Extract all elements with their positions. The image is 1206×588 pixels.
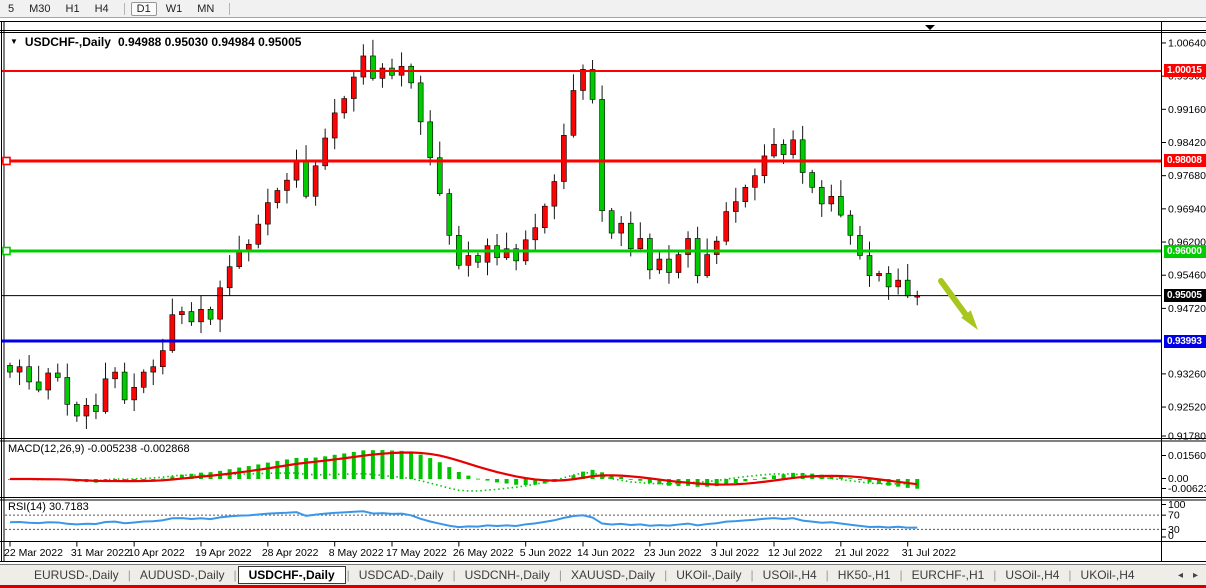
date-axis-label: 10 Apr 2022 <box>128 547 185 559</box>
tab-scroll-left-icon[interactable]: ◂ <box>1178 570 1183 581</box>
timeframe-button-5[interactable]: 5 <box>2 2 20 16</box>
svg-text:-0.00623: -0.00623 <box>1168 483 1206 495</box>
timeframe-button-mn[interactable]: MN <box>191 2 220 16</box>
date-axis-label: 12 Jul 2022 <box>768 547 822 559</box>
date-axis-label: 3 Jul 2022 <box>711 547 760 559</box>
svg-text:0.015605: 0.015605 <box>1168 450 1206 462</box>
tab-separator: | <box>128 568 131 582</box>
tab-separator: | <box>899 568 902 582</box>
rsi-line <box>10 511 917 527</box>
timeframe-button-h1[interactable]: H1 <box>60 2 86 16</box>
svg-text:0.94720: 0.94720 <box>1168 303 1206 315</box>
rsi-indicator-label: RSI(14) 30.7183 <box>8 501 89 513</box>
price-tag: 0.96000 <box>1164 245 1206 258</box>
candles-group[interactable] <box>8 40 920 429</box>
toolbar-separator <box>229 3 230 15</box>
symbol-tab-bar: EURUSD-,Daily|AUDUSD-,Daily|USDCHF-,Dail… <box>0 564 1206 585</box>
date-axis-label: 28 Apr 2022 <box>262 547 319 559</box>
hline-handle[interactable] <box>3 157 10 164</box>
date-axis-label: 23 Jun 2022 <box>644 547 702 559</box>
svg-text:0.96940: 0.96940 <box>1168 203 1206 215</box>
timeframe-button-m30[interactable]: M30 <box>23 2 56 16</box>
tab-separator: | <box>452 568 455 582</box>
date-axis-label: 14 Jun 2022 <box>577 547 635 559</box>
price-tag: 1.00015 <box>1164 64 1206 77</box>
tab-separator: | <box>347 568 350 582</box>
trend-arrow-annotation[interactable] <box>941 281 978 330</box>
date-axis-label: 31 Jul 2022 <box>902 547 956 559</box>
symbol-tab-ukoilh4[interactable]: UKOil-,H4 <box>1073 567 1143 583</box>
tab-separator: | <box>826 568 829 582</box>
tab-separator: | <box>559 568 562 582</box>
date-axis <box>10 542 908 547</box>
svg-text:0.91780: 0.91780 <box>1168 431 1206 443</box>
symbol-dropdown-icon[interactable]: ▼ <box>10 36 18 48</box>
date-axis-label: 31 Mar 2022 <box>71 547 130 559</box>
symbol-tab-hk50h1[interactable]: HK50-,H1 <box>830 567 899 583</box>
chart-canvas[interactable]: 1.006400.999000.991600.984200.976800.969… <box>0 19 1206 564</box>
chart-shift-marker-icon[interactable] <box>925 25 935 30</box>
date-axis-label: 21 Jul 2022 <box>835 547 889 559</box>
date-axis-label: 22 Mar 2022 <box>4 547 63 559</box>
symbol-tab-usoilh4[interactable]: USOil-,H4 <box>997 567 1067 583</box>
chart-symbol-label: USDCHF-,Daily <box>25 35 111 49</box>
tab-separator: | <box>993 568 996 582</box>
svg-text:0.97680: 0.97680 <box>1168 170 1206 182</box>
svg-text:70: 70 <box>1168 510 1180 522</box>
tab-scroll-arrows: ◂▸ <box>1178 570 1198 581</box>
chart-title: ▼ USDCHF-,Daily 0.94988 0.95030 0.94984 … <box>10 35 301 49</box>
date-axis-label: 5 Jun 2022 <box>520 547 572 559</box>
toolbar-separator <box>124 3 125 15</box>
macd-indicator-label: MACD(12,26,9) -0.005238 -0.002868 <box>8 443 190 455</box>
timeframe-toolbar: 5M30 H1H4 D1W1MN <box>0 0 1206 18</box>
hline-handle[interactable] <box>3 248 10 255</box>
price-tag: 0.98008 <box>1164 154 1206 167</box>
svg-text:0.93260: 0.93260 <box>1168 368 1206 380</box>
svg-text:0.98420: 0.98420 <box>1168 137 1206 149</box>
chart-ohlc-values: 0.94988 0.95030 0.94984 0.95005 <box>118 35 302 49</box>
date-axis-label: 8 May 2022 <box>329 547 384 559</box>
tab-separator: | <box>751 568 754 582</box>
svg-text:1.00640: 1.00640 <box>1168 37 1206 49</box>
price-tag: 0.93993 <box>1164 335 1206 348</box>
tab-separator: | <box>664 568 667 582</box>
date-axis-label: 19 Apr 2022 <box>195 547 252 559</box>
symbol-tab-eurchfh1[interactable]: EURCHF-,H1 <box>904 567 993 583</box>
symbol-tab-ukoildaily[interactable]: UKOil-,Daily <box>668 567 749 583</box>
macd-histogram <box>8 450 919 489</box>
symbol-tab-xauusddaily[interactable]: XAUUSD-,Daily <box>563 567 663 583</box>
date-axis-label: 17 May 2022 <box>386 547 447 559</box>
svg-text:0.95460: 0.95460 <box>1168 270 1206 282</box>
symbol-tab-usoilh4[interactable]: USOil-,H4 <box>755 567 825 583</box>
price-tag: 0.95005 <box>1164 289 1206 302</box>
svg-text:0.92520: 0.92520 <box>1168 402 1206 414</box>
tab-scroll-right-icon[interactable]: ▸ <box>1193 570 1198 581</box>
symbol-tab-audusddaily[interactable]: AUDUSD-,Daily <box>132 567 233 583</box>
tab-separator: | <box>234 568 237 582</box>
date-axis-label: 26 May 2022 <box>453 547 514 559</box>
symbol-tab-eurusddaily[interactable]: EURUSD-,Daily <box>26 567 127 583</box>
timeframe-button-w1[interactable]: W1 <box>160 2 189 16</box>
symbol-tab-usdchfdaily[interactable]: USDCHF-,Daily <box>238 566 346 584</box>
timeframe-button-h4[interactable]: H4 <box>89 2 115 16</box>
macd-signal-line <box>10 452 917 484</box>
svg-text:0.99160: 0.99160 <box>1168 104 1206 116</box>
symbol-tab-usdcaddaily[interactable]: USDCAD-,Daily <box>351 567 452 583</box>
tab-separator: | <box>1068 568 1071 582</box>
symbol-tab-usdcnhdaily[interactable]: USDCNH-,Daily <box>457 567 558 583</box>
timeframe-button-d1[interactable]: D1 <box>131 2 157 16</box>
svg-text:0: 0 <box>1168 530 1174 542</box>
